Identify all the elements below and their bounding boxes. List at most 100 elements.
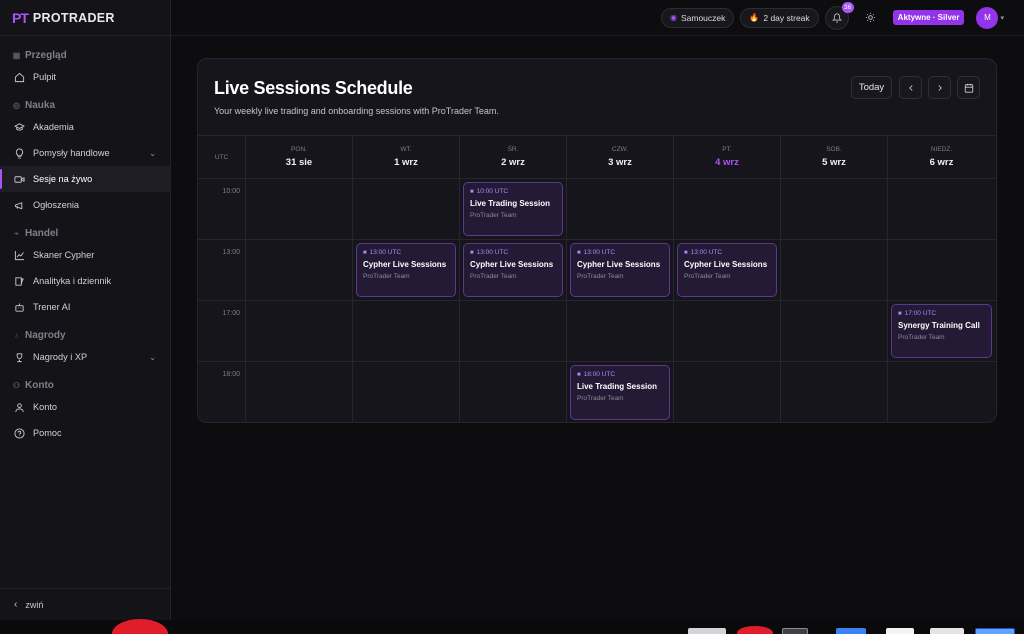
sidebar-item-pulpit[interactable]: Pulpit [0,64,170,90]
taskbar-fragment [930,628,964,634]
grid-cell[interactable] [353,301,460,361]
chevron-right-icon [937,84,942,91]
grid-cell[interactable] [888,179,995,239]
streak-badge[interactable]: 🔥 2 day streak [740,7,819,28]
grid-cell[interactable] [246,301,353,361]
grid-cell[interactable] [888,240,995,300]
day-date: 5 wrz [822,157,846,168]
previous-week-button[interactable] [899,76,922,99]
calendar-picker-button[interactable] [957,76,980,99]
section-icon: ▦ [12,50,21,60]
grid-cell[interactable] [674,301,781,361]
sidebar-item-analityka-i-dziennik[interactable]: Analityka i dziennik [0,268,170,294]
journal-icon [14,276,25,287]
grid-cell[interactable] [567,179,674,239]
session-event[interactable]: ■ 17:00 UTC Synergy Training Call ProTrad… [891,304,992,358]
sidebar-item-ogłoszenia[interactable]: Ogłoszenia [0,192,170,218]
day-header: PON. 31 sie [246,136,353,178]
grid-cell[interactable]: ■ 13:00 UTC Cypher Live Sessions ProTrade… [567,240,674,300]
plan-badge[interactable]: Aktywne · Silver [892,10,965,25]
grid-cell[interactable] [567,301,674,361]
event-time: ■ 13:00 UTC [684,249,770,256]
grid-cell[interactable]: ■ 13:00 UTC Cypher Live Sessions ProTrade… [353,240,460,300]
grid-cell[interactable] [353,179,460,239]
event-host: ProTrader Team [898,334,945,341]
grid-cell[interactable] [460,362,567,422]
session-event[interactable]: ■ 13:00 UTC Cypher Live Sessions ProTrade… [463,243,563,297]
graduation-cap-icon [14,122,25,133]
video-icon: ■ [898,310,902,317]
event-title: Cypher Live Sessions [363,260,447,269]
grid-cell[interactable]: ■ 10:00 UTC Live Trading Session ProTrade… [460,179,567,239]
video-icon: ■ [470,249,474,256]
grid-cell[interactable]: ■ 17:00 UTC Synergy Training Call ProTrad… [888,301,995,361]
event-time: ■ 18:00 UTC [577,371,663,378]
day-date: 3 wrz [608,157,632,168]
sidebar-item-pomysły-handlowe[interactable]: Pomysły handlowe ⌄ [0,140,170,166]
grid-cell[interactable] [353,362,460,422]
time-label: 17:00 [198,301,246,361]
sidebar-item-trener-ai[interactable]: Trener AI [0,294,170,320]
grid-cell[interactable]: ■ 13:00 UTC Cypher Live Sessions ProTrade… [460,240,567,300]
today-button[interactable]: Today [851,76,892,99]
week-grid: UTC PON. 31 sie WT. 1 wrz ŚR. 2 wrz CZW. 3 wrz P… [198,135,996,422]
day-date: 4 wrz [715,157,739,168]
sidebar-item-konto[interactable]: Konto [0,394,170,420]
grid-cell[interactable] [674,362,781,422]
brand-logo[interactable]: PT PROTRADER [0,0,170,36]
sidebar-item-nagrody-i-xp[interactable]: Nagrody i XP ⌄ [0,344,170,370]
grid-cell[interactable] [781,179,888,239]
grid-cell[interactable] [781,240,888,300]
next-week-button[interactable] [928,76,951,99]
video-icon: ■ [470,188,474,195]
megaphone-icon [14,200,25,211]
chevron-down-icon: ⌄ [149,352,156,362]
section-heading: ⚇ Konto [0,376,170,394]
day-header: SOB. 5 wrz [781,136,888,178]
grid-cell[interactable]: ■ 18:00 UTC Live Trading Session ProTrade… [567,362,674,422]
collapse-label: zwiń [25,599,44,610]
session-event[interactable]: ■ 13:00 UTC Cypher Live Sessions ProTrade… [356,243,456,297]
grid-cell[interactable] [888,362,995,422]
sidebar-item-sesje-na-żywo[interactable]: Sesje na żywo [0,166,170,192]
time-row: 10:00 ■ 10:00 UTC Live Trading Session Pr… [198,179,996,240]
taskbar-fragment [782,628,808,634]
event-host: ProTrader Team [684,273,731,280]
grid-cell[interactable]: ■ 13:00 UTC Cypher Live Sessions ProTrade… [674,240,781,300]
user-menu[interactable]: M ▾ [976,6,1004,29]
event-time-label: 13:00 UTC [583,249,616,256]
grid-cell[interactable] [781,301,888,361]
user-icon [14,402,25,413]
grid-cell[interactable] [246,179,353,239]
session-event[interactable]: ■ 13:00 UTC Cypher Live Sessions ProTrade… [570,243,670,297]
sidebar-item-pomoc[interactable]: Pomoc [0,420,170,446]
chevron-left-icon [908,84,913,91]
grid-cell[interactable] [674,179,781,239]
time-row: 17:00 ■ 17:00 UTC Synergy Training Call P… [198,301,996,362]
notifications-button[interactable]: 36 [824,1,854,30]
day-header: WT. 1 wrz [353,136,460,178]
logo-text: PROTRADER [32,10,115,25]
lightbulb-icon [14,147,25,159]
timezone-label: UTC [198,136,246,178]
event-title: Live Trading Session [470,199,551,208]
theme-toggle[interactable] [861,8,881,28]
tutorial-label: Samouczek [680,12,726,23]
sidebar-item-skaner-cypher[interactable]: Skaner Cypher [0,242,170,268]
day-header: ŚR. 2 wrz [460,136,567,178]
section-title: Konto [25,379,54,391]
session-event[interactable]: ■ 10:00 UTC Live Trading Session ProTrade… [463,182,563,236]
grid-cell[interactable] [246,362,353,422]
chart-line-icon [14,250,25,261]
session-event[interactable]: ■ 18:00 UTC Live Trading Session ProTrade… [570,365,670,420]
collapse-sidebar-button[interactable]: ‹ zwiń [0,588,171,620]
grid-body: 10:00 ■ 10:00 UTC Live Trading Session Pr… [198,179,996,422]
grid-cell[interactable] [460,301,567,361]
avatar: M [976,6,999,29]
event-time-label: 13:00 UTC [476,249,509,256]
grid-cell[interactable] [781,362,888,422]
sidebar-item-akademia[interactable]: Akademia [0,114,170,140]
tutorial-button[interactable]: ◉ Samouczek [660,7,735,28]
session-event[interactable]: ■ 13:00 UTC Cypher Live Sessions ProTrade… [677,243,777,297]
grid-cell[interactable] [246,240,353,300]
